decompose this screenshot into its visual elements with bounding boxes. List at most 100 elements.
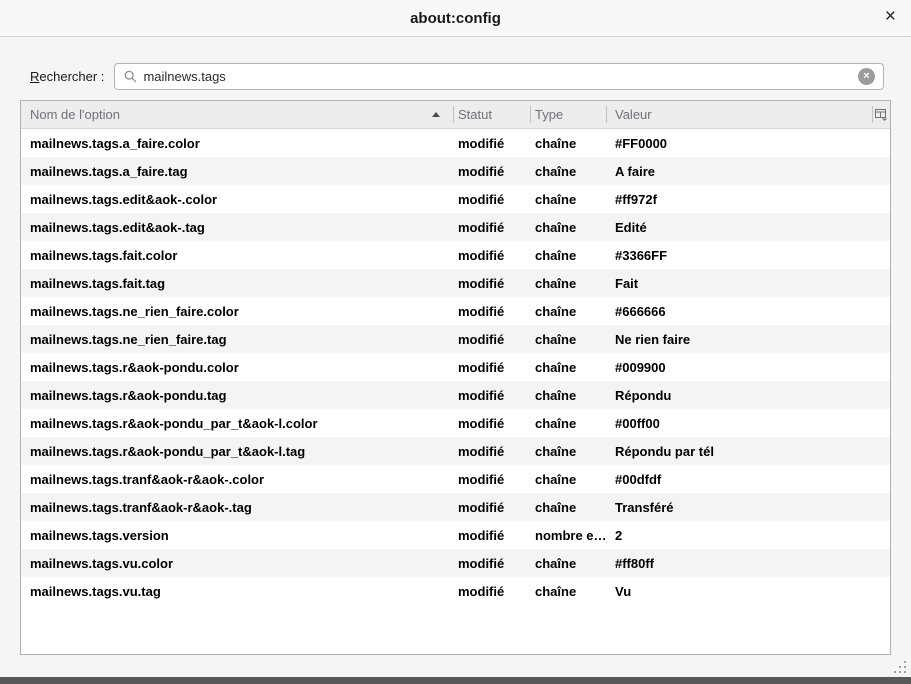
pref-value: Répondu [615,387,672,403]
pref-value: Vu [615,583,632,599]
pref-name: mailnews.tags.r&aok-pondu_par_t&aok-l.co… [30,415,318,431]
pref-name: mailnews.tags.vu.color [30,555,174,571]
preferences-table: Nom de l'option Statut Type Valeur mailn… [20,100,891,655]
column-header-status-label: Statut [458,107,492,122]
search-icon [125,70,137,83]
pref-type: chaîne [535,415,577,431]
pref-name: mailnews.tags.tranf&aok-r&aok-.tag [30,499,252,515]
pref-value: #ff80ff [615,555,655,571]
pref-value: Fait [615,275,639,291]
pref-name: mailnews.tags.a_faire.tag [30,163,188,179]
close-icon[interactable]: × [885,5,896,29]
pref-name: mailnews.tags.edit&aok-.color [30,191,218,207]
table-row[interactable]: mailnews.tags.r&aok-pondu_par_t&aok-l.ta… [21,437,890,465]
pref-name: mailnews.tags.r&aok-pondu.tag [30,387,227,403]
pref-name: mailnews.tags.edit&aok-.tag [30,219,205,235]
pref-value: #00dfdf [615,471,662,487]
pref-value: 2 [615,527,623,543]
pref-type: chaîne [535,499,577,515]
pref-name: mailnews.tags.a_faire.color [30,135,200,151]
search-label: Rechercher : [30,69,104,84]
table-row[interactable]: mailnews.tags.version modifié nombre e… … [21,521,890,549]
pref-type: chaîne [535,163,577,179]
pref-type: chaîne [535,275,577,291]
column-header-name-label: Nom de l'option [30,107,120,122]
pref-type: chaîne [535,583,577,599]
column-header-value[interactable]: Valeur [606,101,872,128]
pref-name: mailnews.tags.tranf&aok-r&aok-.color [30,471,265,487]
pref-value: Ne rien faire [615,331,691,347]
window-bottom-edge [0,677,911,684]
table-row[interactable]: mailnews.tags.edit&aok-.tag modifié chaî… [21,213,890,241]
table-row[interactable]: mailnews.tags.tranf&aok-r&aok-.tag modif… [21,493,890,521]
table-row[interactable]: mailnews.tags.r&aok-pondu.tag modifié ch… [21,381,890,409]
pref-value: A faire [615,163,655,179]
pref-type: chaîne [535,555,577,571]
pref-type: chaîne [535,331,577,347]
pref-status: modifié [458,303,505,319]
resize-grip-icon[interactable] [893,660,907,674]
pref-status: modifié [458,471,505,487]
pref-status: modifié [458,387,505,403]
table-row[interactable]: mailnews.tags.vu.color modifié chaîne #f… [21,549,890,577]
pref-type: chaîne [535,443,577,459]
table-body: mailnews.tags.a_faire.color modifié chaî… [21,129,890,605]
pref-status: modifié [458,247,505,263]
column-header-type-label: Type [535,107,564,122]
table-row[interactable]: mailnews.tags.r&aok-pondu.color modifié … [21,353,890,381]
search-label-accesskey: R [30,69,40,84]
pref-name: mailnews.tags.r&aok-pondu_par_t&aok-l.ta… [30,443,306,459]
pref-type: chaîne [535,387,577,403]
pref-value: #FF0000 [615,135,668,151]
pref-status: modifié [458,135,505,151]
pref-type: chaîne [535,471,577,487]
pref-status: modifié [458,499,505,515]
pref-type: nombre e… [535,527,606,543]
search-row: Rechercher : × [30,62,884,91]
pref-type: chaîne [535,303,577,319]
table-row[interactable]: mailnews.tags.edit&aok-.color modifié ch… [21,185,890,213]
sort-ascending-icon [432,112,440,117]
table-row[interactable]: mailnews.tags.tranf&aok-r&aok-.color mod… [21,465,890,493]
column-picker-icon [875,108,887,121]
pref-type: chaîne [535,191,577,207]
pref-status: modifié [458,331,505,347]
pref-value: #666666 [615,303,666,319]
pref-status: modifié [458,527,505,543]
pref-status: modifié [458,415,505,431]
table-row[interactable]: mailnews.tags.a_faire.tag modifié chaîne… [21,157,890,185]
pref-type: chaîne [535,219,577,235]
table-row[interactable]: mailnews.tags.r&aok-pondu_par_t&aok-l.co… [21,409,890,437]
pref-status: modifié [458,191,505,207]
pref-name: mailnews.tags.r&aok-pondu.color [30,359,239,375]
search-input[interactable] [143,69,852,84]
pref-value: #00ff00 [615,415,660,431]
pref-status: modifié [458,275,505,291]
clear-search-icon[interactable]: × [858,68,875,85]
pref-status: modifié [458,359,505,375]
pref-status: modifié [458,163,505,179]
table-row[interactable]: mailnews.tags.a_faire.color modifié chaî… [21,129,890,157]
table-row[interactable]: mailnews.tags.fait.color modifié chaîne … [21,241,890,269]
pref-name: mailnews.tags.fait.color [30,247,178,263]
pref-name: mailnews.tags.fait.tag [30,275,166,291]
pref-value: #3366FF [615,247,668,263]
pref-status: modifié [458,219,505,235]
column-header-type[interactable]: Type [530,101,606,128]
pref-name: mailnews.tags.ne_rien_faire.color [30,303,239,319]
pref-type: chaîne [535,359,577,375]
table-row[interactable]: mailnews.tags.ne_rien_faire.color modifi… [21,297,890,325]
search-box[interactable]: × [114,63,884,90]
pref-value: #ff972f [615,191,657,207]
pref-name: mailnews.tags.ne_rien_faire.tag [30,331,227,347]
title-bar: about:config × [0,0,911,37]
column-picker-button[interactable] [872,101,890,128]
column-header-name[interactable]: Nom de l'option [21,101,453,128]
pref-value: #009900 [615,359,666,375]
table-row[interactable]: mailnews.tags.vu.tag modifié chaîne Vu [21,577,890,605]
table-row[interactable]: mailnews.tags.ne_rien_faire.tag modifié … [21,325,890,353]
pref-name: mailnews.tags.version [30,527,169,543]
column-header-status[interactable]: Statut [453,101,530,128]
pref-type: chaîne [535,247,577,263]
table-row[interactable]: mailnews.tags.fait.tag modifié chaîne Fa… [21,269,890,297]
